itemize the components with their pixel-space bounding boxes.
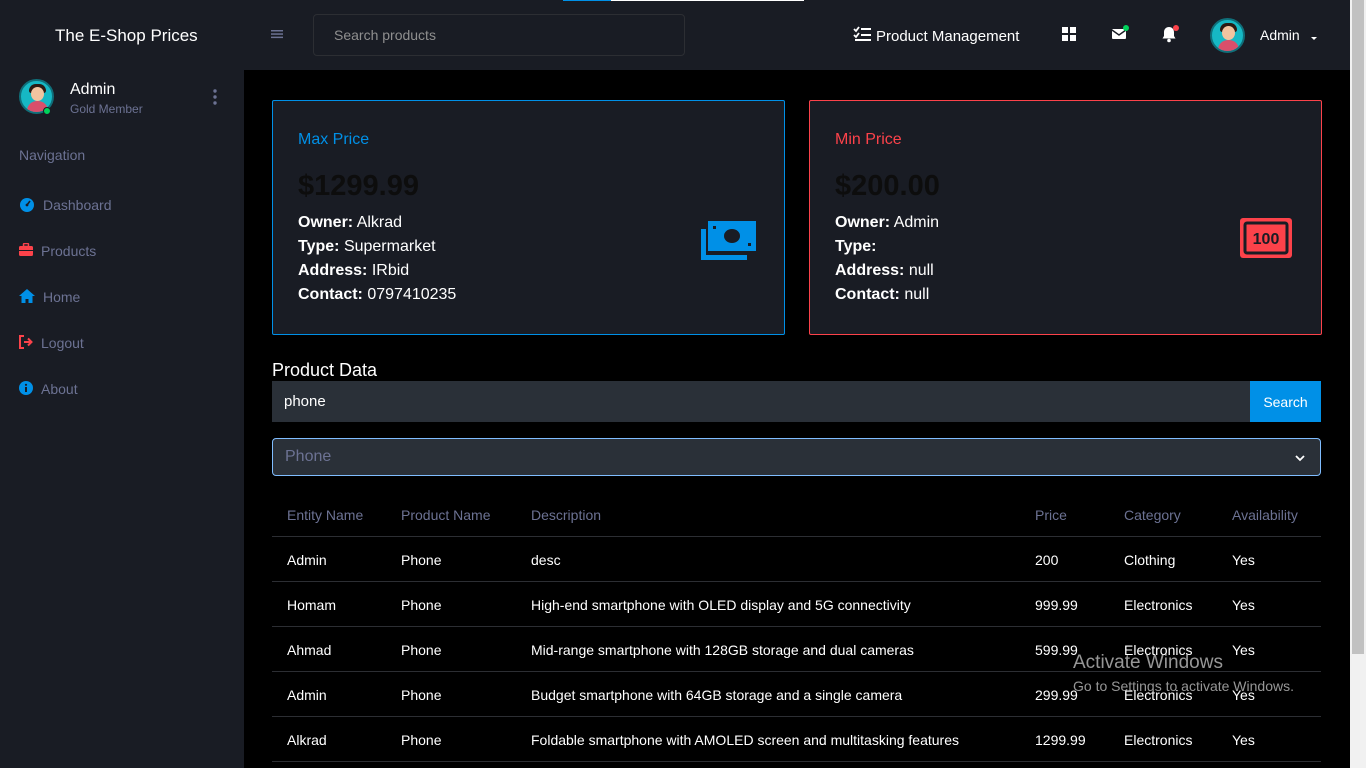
- more-vertical-icon[interactable]: [208, 88, 222, 106]
- product-management-link[interactable]: Product Management: [853, 26, 1019, 46]
- table-cell: Phone: [401, 686, 442, 703]
- table-cell: 299.99: [1035, 686, 1078, 703]
- column-header[interactable]: Description: [531, 492, 601, 537]
- product-management-label: Product Management: [876, 27, 1020, 45]
- table-cell: Electronics: [1124, 731, 1193, 748]
- min-price-card: Min Price $200.00 Owner: Admin Type: Add…: [809, 100, 1322, 335]
- watermark-subtitle: Go to Settings to activate Windows.: [1073, 678, 1294, 694]
- page-load-progress-bar: [563, 0, 612, 1]
- search-button[interactable]: Search: [1250, 381, 1321, 422]
- card-price: $1299.99: [298, 170, 419, 202]
- briefcase-icon: [19, 242, 33, 260]
- logout-icon: [19, 334, 33, 352]
- chevron-down-icon: [1294, 451, 1306, 469]
- notification-dot: [1173, 25, 1179, 31]
- sidebar-item-label: Products: [41, 243, 97, 259]
- profile-name: Admin: [70, 81, 116, 98]
- table-cell: 999.99: [1035, 596, 1078, 613]
- column-header[interactable]: Price: [1035, 492, 1067, 537]
- table-cell: Phone: [401, 551, 442, 568]
- cash-icon: [700, 219, 758, 268]
- type-line: Type:: [835, 238, 877, 255]
- card-price: $200.00: [835, 170, 940, 202]
- sidebar-item-label: About: [41, 381, 78, 397]
- table-cell: Alkrad: [287, 731, 327, 748]
- sidebar-item-logout[interactable]: Logout: [19, 331, 84, 355]
- table-cell: Mid-range smartphone with 128GB storage …: [531, 641, 914, 658]
- table-cell: Foldable smartphone with AMOLED screen a…: [531, 731, 959, 748]
- contact-line: Contact: 0797410235: [298, 286, 457, 303]
- menu-toggle-icon[interactable]: [270, 27, 286, 43]
- sidebar-item-products[interactable]: Products: [19, 239, 96, 263]
- column-header[interactable]: Availability: [1232, 492, 1298, 537]
- product-filter-input[interactable]: [272, 381, 1250, 422]
- section-title: Product Data: [272, 360, 378, 380]
- owner-line: Owner: Admin: [835, 214, 940, 231]
- user-menu-dropdown[interactable]: Admin: [1260, 27, 1318, 44]
- user-avatar[interactable]: [1210, 18, 1245, 53]
- table-cell: Yes: [1232, 731, 1255, 748]
- table-row: Homam Phone High-end smartphone with OLE…: [272, 582, 1321, 627]
- table-cell: Admin: [287, 551, 327, 568]
- table-cell: Ahmad: [287, 641, 332, 658]
- nav-heading: Navigation: [19, 147, 86, 163]
- product-select[interactable]: Phone: [272, 438, 1321, 476]
- sidebar-item-label: Logout: [41, 335, 84, 351]
- owner-line: Owner: Alkrad: [298, 214, 403, 231]
- profile-role: Gold Member: [70, 102, 143, 116]
- table-cell: Yes: [1232, 596, 1255, 613]
- user-menu-label: Admin: [1260, 27, 1300, 43]
- grid-icon[interactable]: [1061, 26, 1077, 42]
- sidebar-item-label: Dashboard: [43, 197, 112, 213]
- table-cell: Electronics: [1124, 596, 1193, 613]
- table-cell: 599.99: [1035, 641, 1078, 658]
- card-title: Max Price: [298, 131, 370, 148]
- table-cell: Yes: [1232, 551, 1255, 568]
- table-cell: Homam: [287, 596, 337, 613]
- type-line: Type: Supermarket: [298, 238, 436, 255]
- svg-text:100: 100: [1253, 231, 1280, 248]
- select-value: Phone: [285, 448, 332, 465]
- sidebar-item-dashboard[interactable]: Dashboard: [19, 193, 112, 217]
- table-cell: Phone: [401, 731, 442, 748]
- sidebar-item-home[interactable]: Home: [19, 285, 80, 309]
- banknote-100-icon: 100: [1240, 218, 1292, 263]
- address-line: Address: IRbid: [298, 262, 410, 279]
- address-line: Address: null: [835, 262, 934, 279]
- sidebar: [0, 70, 244, 768]
- table-cell: 1299.99: [1035, 731, 1086, 748]
- table-cell: desc: [531, 551, 561, 568]
- table-cell: High-end smartphone with OLED display an…: [531, 596, 911, 613]
- product-table: Entity Name Product Name Description Pri…: [272, 492, 1321, 762]
- table-cell: 200: [1035, 551, 1059, 568]
- watermark-title: Activate Windows: [1073, 652, 1223, 673]
- home-icon: [19, 288, 35, 306]
- table-cell: Budget smartphone with 64GB storage and …: [531, 686, 903, 703]
- table-row: Admin Phone desc 200 Clothing Yes: [272, 537, 1321, 582]
- checklist-icon: [853, 26, 872, 46]
- table-header-row: Entity Name Product Name Description Pri…: [272, 492, 1321, 537]
- sidebar-item-about[interactable]: About: [19, 377, 78, 401]
- contact-line: Contact: null: [835, 286, 930, 303]
- online-status-dot: [43, 107, 51, 115]
- table-cell: Phone: [401, 596, 442, 613]
- sidebar-item-label: Home: [43, 289, 81, 305]
- info-icon: [19, 380, 33, 398]
- column-header[interactable]: Entity Name: [287, 492, 363, 537]
- activate-windows-watermark: Activate Windows Go to Settings to activ…: [1073, 652, 1294, 694]
- brand-title[interactable]: The E-Shop Prices: [55, 26, 198, 46]
- scrollbar-thumb[interactable]: [1352, 0, 1364, 654]
- mail-status-dot: [1123, 25, 1129, 31]
- table-row: Alkrad Phone Foldable smartphone with AM…: [272, 717, 1321, 762]
- column-header[interactable]: Category: [1124, 492, 1181, 537]
- table-cell: Clothing: [1124, 551, 1176, 568]
- card-title: Min Price: [835, 131, 902, 148]
- caret-down-icon: [1310, 28, 1318, 44]
- search-products-input[interactable]: [313, 14, 685, 56]
- table-cell: Phone: [401, 641, 442, 658]
- table-cell: Admin: [287, 686, 327, 703]
- column-header[interactable]: Product Name: [401, 492, 490, 537]
- max-price-card: Max Price $1299.99 Owner: Alkrad Type: S…: [272, 100, 785, 335]
- speedometer-icon: [19, 196, 35, 215]
